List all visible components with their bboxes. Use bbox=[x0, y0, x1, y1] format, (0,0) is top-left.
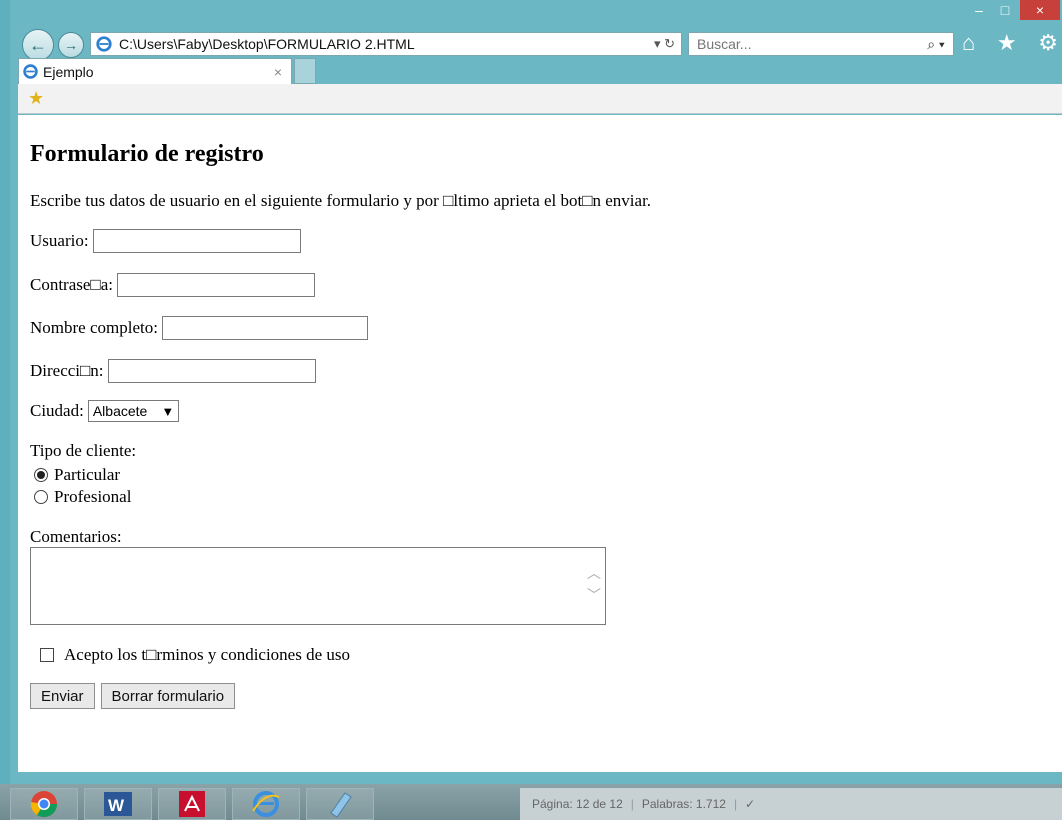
tab-title: Ejemplo bbox=[43, 63, 94, 80]
ciudad-selected-value: Albacete bbox=[92, 403, 148, 419]
ie-icon bbox=[252, 791, 280, 817]
button-row: Enviar Borrar formulario bbox=[30, 683, 241, 709]
ie-page-icon bbox=[96, 36, 112, 52]
svg-text:W: W bbox=[108, 796, 125, 815]
scroll-up-icon[interactable]: ︿ bbox=[587, 564, 601, 586]
usuario-row: Usuario: bbox=[30, 229, 301, 253]
back-arrow-icon: ← bbox=[29, 34, 47, 55]
word-icon: W bbox=[104, 792, 132, 816]
radio-particular-row[interactable]: Particular bbox=[34, 465, 120, 485]
direccion-row: Direcci□n: bbox=[30, 359, 316, 383]
forward-arrow-icon: → bbox=[64, 37, 78, 53]
chevron-down-icon: ▼ bbox=[161, 403, 175, 419]
favorites-bar: ★ bbox=[18, 84, 1062, 114]
direccion-input[interactable] bbox=[107, 359, 316, 383]
page-content: Formulario de registro Escribe tus datos… bbox=[18, 115, 1062, 772]
taskbar-ie[interactable] bbox=[232, 788, 300, 820]
favorites-icon[interactable]: ★ bbox=[997, 30, 1017, 56]
toolbar-icons: ⌂ ★ ⚙ bbox=[962, 30, 1058, 56]
borrar-button[interactable]: Borrar formulario bbox=[100, 683, 236, 709]
nombre-input[interactable] bbox=[161, 316, 368, 340]
tab-close-icon[interactable]: × bbox=[265, 64, 291, 80]
usuario-input[interactable] bbox=[92, 229, 301, 253]
tipo-label-row: Tipo de cliente: bbox=[30, 441, 136, 461]
close-button[interactable]: × bbox=[1020, 0, 1060, 20]
page-title: Formulario de registro bbox=[30, 141, 264, 167]
intro-text: Escribe tus datos de usuario en el sigui… bbox=[30, 191, 652, 210]
enviar-button[interactable]: Enviar bbox=[30, 683, 95, 709]
radio-particular[interactable] bbox=[34, 468, 48, 482]
terminos-checkbox[interactable] bbox=[40, 648, 54, 662]
usuario-label: Usuario: bbox=[30, 231, 89, 250]
status-divider: | bbox=[733, 797, 738, 811]
proofing-icon[interactable]: ✓ bbox=[745, 797, 755, 811]
tab-strip: Ejemplo × bbox=[10, 58, 1062, 84]
tab-ejemplo[interactable]: Ejemplo × bbox=[18, 58, 292, 84]
new-tab-button[interactable] bbox=[294, 58, 316, 84]
radio-selected-dot bbox=[37, 471, 45, 479]
maximize-button[interactable]: □ bbox=[992, 0, 1018, 20]
radio-particular-label: Particular bbox=[54, 465, 121, 484]
radio-profesional-row[interactable]: Profesional bbox=[34, 487, 131, 507]
taskbar-acrobat[interactable] bbox=[158, 788, 226, 820]
textarea-scrollbar[interactable]: ︿ ﹀ bbox=[583, 548, 605, 624]
radio-profesional-label: Profesional bbox=[54, 487, 132, 506]
search-box[interactable]: ⌕ ▾ bbox=[688, 32, 954, 56]
nombre-row: Nombre completo: bbox=[30, 316, 368, 340]
terminos-label: Acepto los t□rminos y condiciones de uso bbox=[64, 645, 351, 664]
browser-window: – □ × ← → C:\Users\Faby\Desktop\FORMULAR… bbox=[10, 0, 1062, 784]
address-url[interactable]: C:\Users\Faby\Desktop\FORMULARIO 2.HTML bbox=[119, 36, 633, 52]
status-divider: | bbox=[630, 797, 634, 811]
ie-tab-icon bbox=[23, 64, 38, 79]
password-input[interactable] bbox=[116, 273, 315, 297]
ciudad-select[interactable]: Albacete ▼ bbox=[87, 400, 180, 422]
terminos-row[interactable]: Acepto los t□rminos y condiciones de uso bbox=[40, 645, 350, 665]
chrome-icon bbox=[30, 791, 58, 818]
refresh-icon[interactable]: ▾ ↻ bbox=[633, 36, 681, 52]
forward-button[interactable]: → bbox=[58, 32, 84, 58]
back-button[interactable]: ← bbox=[22, 29, 54, 61]
nombre-label: Nombre completo: bbox=[30, 318, 158, 337]
tipo-label: Tipo de cliente: bbox=[30, 441, 137, 460]
search-icon[interactable]: ⌕ ▾ bbox=[919, 36, 953, 53]
password-label: Contrase□a: bbox=[30, 275, 113, 294]
comentarios-label: Comentarios: bbox=[30, 527, 122, 546]
acrobat-icon bbox=[179, 791, 205, 817]
taskbar-word[interactable]: W bbox=[84, 788, 152, 820]
comentarios-label-row: Comentarios: bbox=[30, 527, 122, 547]
direccion-label: Direcci□n: bbox=[30, 361, 104, 380]
password-row: Contrase□a: bbox=[30, 273, 315, 297]
word-count: Palabras: 1.712 bbox=[641, 797, 726, 811]
radio-profesional[interactable] bbox=[34, 490, 48, 504]
word-status-bar: Página: 12 de 12 | Palabras: 1.712 | ✓ bbox=[520, 788, 1062, 820]
ciudad-row: Ciudad: Albacete ▼ bbox=[30, 400, 180, 422]
minimize-button[interactable]: – bbox=[966, 0, 992, 20]
taskbar-notepad[interactable] bbox=[306, 788, 374, 820]
comentarios-textarea[interactable]: ︿ ﹀ bbox=[30, 547, 606, 625]
add-favorites-icon[interactable]: ★ bbox=[28, 88, 44, 109]
taskbar-chrome[interactable] bbox=[10, 788, 78, 820]
scroll-down-icon[interactable]: ﹀ bbox=[587, 586, 601, 608]
notepad-icon bbox=[330, 792, 352, 818]
title-bar: – □ × ← → C:\Users\Faby\Desktop\FORMULAR… bbox=[10, 0, 1062, 61]
search-input[interactable] bbox=[689, 35, 919, 53]
ciudad-label: Ciudad: bbox=[30, 401, 84, 420]
address-bar[interactable]: C:\Users\Faby\Desktop\FORMULARIO 2.HTML … bbox=[90, 32, 682, 56]
page-count: Página: 12 de 12 bbox=[532, 797, 623, 811]
home-icon[interactable]: ⌂ bbox=[962, 30, 975, 56]
settings-icon[interactable]: ⚙ bbox=[1038, 30, 1058, 56]
